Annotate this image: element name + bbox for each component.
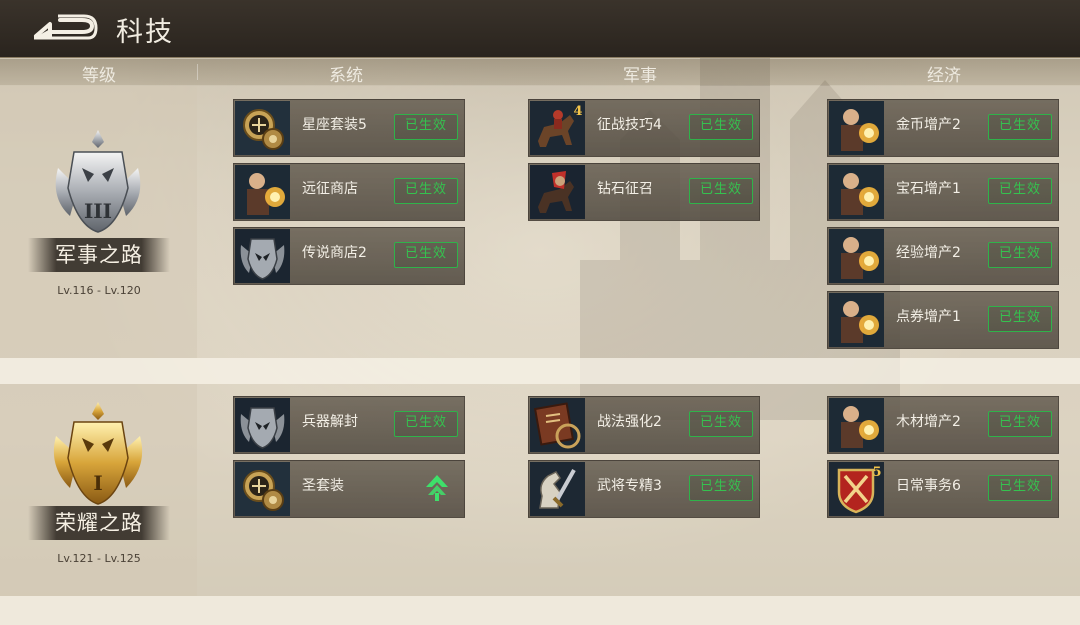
status-badge-active: 已生效 bbox=[988, 411, 1052, 437]
rank-level-range: Lv.121 - Lv.125 bbox=[57, 552, 141, 565]
gold-rank-emblem-icon: I bbox=[53, 402, 143, 505]
column-header-system: 系统 bbox=[329, 66, 363, 86]
tech-card-diamond-recruit[interactable]: 钻石征召 已生效 bbox=[528, 163, 760, 221]
column-header-military: 军事 bbox=[623, 66, 657, 86]
tier-separator bbox=[0, 596, 1080, 625]
status-badge-active: 已生效 bbox=[689, 178, 753, 204]
tech-name: 日常事务6 bbox=[896, 478, 961, 494]
tech-name: 宝石增产1 bbox=[896, 181, 961, 197]
constellation-medallion-icon bbox=[235, 462, 290, 516]
tech-name: 征战技巧4 bbox=[597, 117, 662, 133]
status-badge-active: 已生效 bbox=[988, 242, 1052, 268]
tech-card-expedition-shop[interactable]: 远征商店 已生效 bbox=[233, 163, 465, 221]
merchant-portrait-icon bbox=[829, 165, 884, 219]
rank-numeral: I bbox=[93, 471, 102, 495]
status-badge-active: 已生效 bbox=[689, 114, 753, 140]
merchant-portrait-icon bbox=[829, 398, 884, 452]
tech-name: 经验增产2 bbox=[896, 245, 961, 261]
status-badge-active: 已生效 bbox=[988, 475, 1052, 501]
column-divider bbox=[197, 64, 198, 80]
cavalry-icon: 4 bbox=[530, 101, 585, 155]
merchant-portrait-icon bbox=[235, 165, 290, 219]
rank-name: 军事之路 bbox=[28, 238, 170, 272]
tier-separator bbox=[0, 358, 1080, 384]
status-badge-active: 已生效 bbox=[988, 178, 1052, 204]
status-badge-active: 已生效 bbox=[988, 114, 1052, 140]
tech-card-general-mastery-3[interactable]: 武将专精3 已生效 bbox=[528, 460, 760, 518]
tech-name: 金币增产2 bbox=[896, 117, 961, 133]
column-header-level: 等级 bbox=[82, 66, 116, 86]
helmet-crest-icon bbox=[235, 398, 290, 452]
icon-level-number: 4 bbox=[573, 104, 582, 119]
constellation-medallion-icon bbox=[235, 101, 290, 155]
rank-level-range: Lv.116 - Lv.120 bbox=[57, 284, 141, 297]
tech-name: 圣套装 bbox=[302, 478, 344, 494]
silver-rank-emblem-icon: III bbox=[55, 130, 141, 233]
cavalry-red-icon bbox=[530, 165, 585, 219]
tech-card-holy-set[interactable]: 圣套装 bbox=[233, 460, 465, 518]
rank-name: 荣耀之路 bbox=[28, 506, 170, 540]
tech-card-legend-shop-2[interactable]: 传说商店2 已生效 bbox=[233, 227, 465, 285]
column-header-bar: 等级 系统 军事 经济 bbox=[0, 59, 1080, 86]
tech-card-wood-production-2[interactable]: 木材增产2 已生效 bbox=[827, 396, 1059, 454]
merchant-portrait-icon bbox=[829, 293, 884, 347]
column-header-economy: 经济 bbox=[927, 66, 961, 86]
tech-card-daily-affairs-6[interactable]: 5 日常事务6 已生效 bbox=[827, 460, 1059, 518]
tech-card-battle-skill-4[interactable]: 4 征战技巧4 已生效 bbox=[528, 99, 760, 157]
tech-name: 点券增产1 bbox=[896, 309, 961, 325]
helmet-crest-icon bbox=[235, 229, 290, 283]
top-bar: 科技 bbox=[0, 0, 1080, 58]
tech-name: 远征商店 bbox=[302, 181, 358, 197]
tech-card-gold-production-2[interactable]: 金币增产2 已生效 bbox=[827, 99, 1059, 157]
tech-name: 钻石征召 bbox=[597, 181, 653, 197]
status-badge-active: 已生效 bbox=[689, 475, 753, 501]
tactics-book-icon bbox=[530, 398, 585, 452]
tech-card-constellation-set-5[interactable]: 星座套装5 已生效 bbox=[233, 99, 465, 157]
tech-card-exp-production-2[interactable]: 经验增产2 已生效 bbox=[827, 227, 1059, 285]
merchant-portrait-icon bbox=[829, 101, 884, 155]
tech-card-weapon-unseal[interactable]: 兵器解封 已生效 bbox=[233, 396, 465, 454]
tech-card-coupon-production-1[interactable]: 点券增产1 已生效 bbox=[827, 291, 1059, 349]
knight-sword-icon bbox=[530, 462, 585, 516]
upgrade-arrow-icon[interactable] bbox=[424, 473, 450, 503]
status-badge-active: 已生效 bbox=[988, 306, 1052, 332]
status-badge-active: 已生效 bbox=[394, 178, 458, 204]
status-badge-active: 已生效 bbox=[394, 242, 458, 268]
shield-sword-icon: 5 bbox=[829, 462, 884, 516]
page-title: 科技 bbox=[116, 17, 174, 48]
tech-card-gem-production-1[interactable]: 宝石增产1 已生效 bbox=[827, 163, 1059, 221]
tech-name: 兵器解封 bbox=[302, 414, 358, 430]
status-badge-active: 已生效 bbox=[689, 411, 753, 437]
tech-name: 战法强化2 bbox=[597, 414, 662, 430]
back-arrow-icon[interactable] bbox=[30, 10, 100, 48]
icon-level-number: 5 bbox=[872, 465, 881, 480]
tech-name: 星座套装5 bbox=[302, 117, 367, 133]
tech-card-tactics-enhance-2[interactable]: 战法强化2 已生效 bbox=[528, 396, 760, 454]
rank-numeral: III bbox=[84, 199, 112, 223]
status-badge-active: 已生效 bbox=[394, 411, 458, 437]
status-badge-active: 已生效 bbox=[394, 114, 458, 140]
tech-name: 武将专精3 bbox=[597, 478, 662, 494]
merchant-portrait-icon bbox=[829, 229, 884, 283]
tech-name: 传说商店2 bbox=[302, 245, 367, 261]
tech-name: 木材增产2 bbox=[896, 414, 961, 430]
